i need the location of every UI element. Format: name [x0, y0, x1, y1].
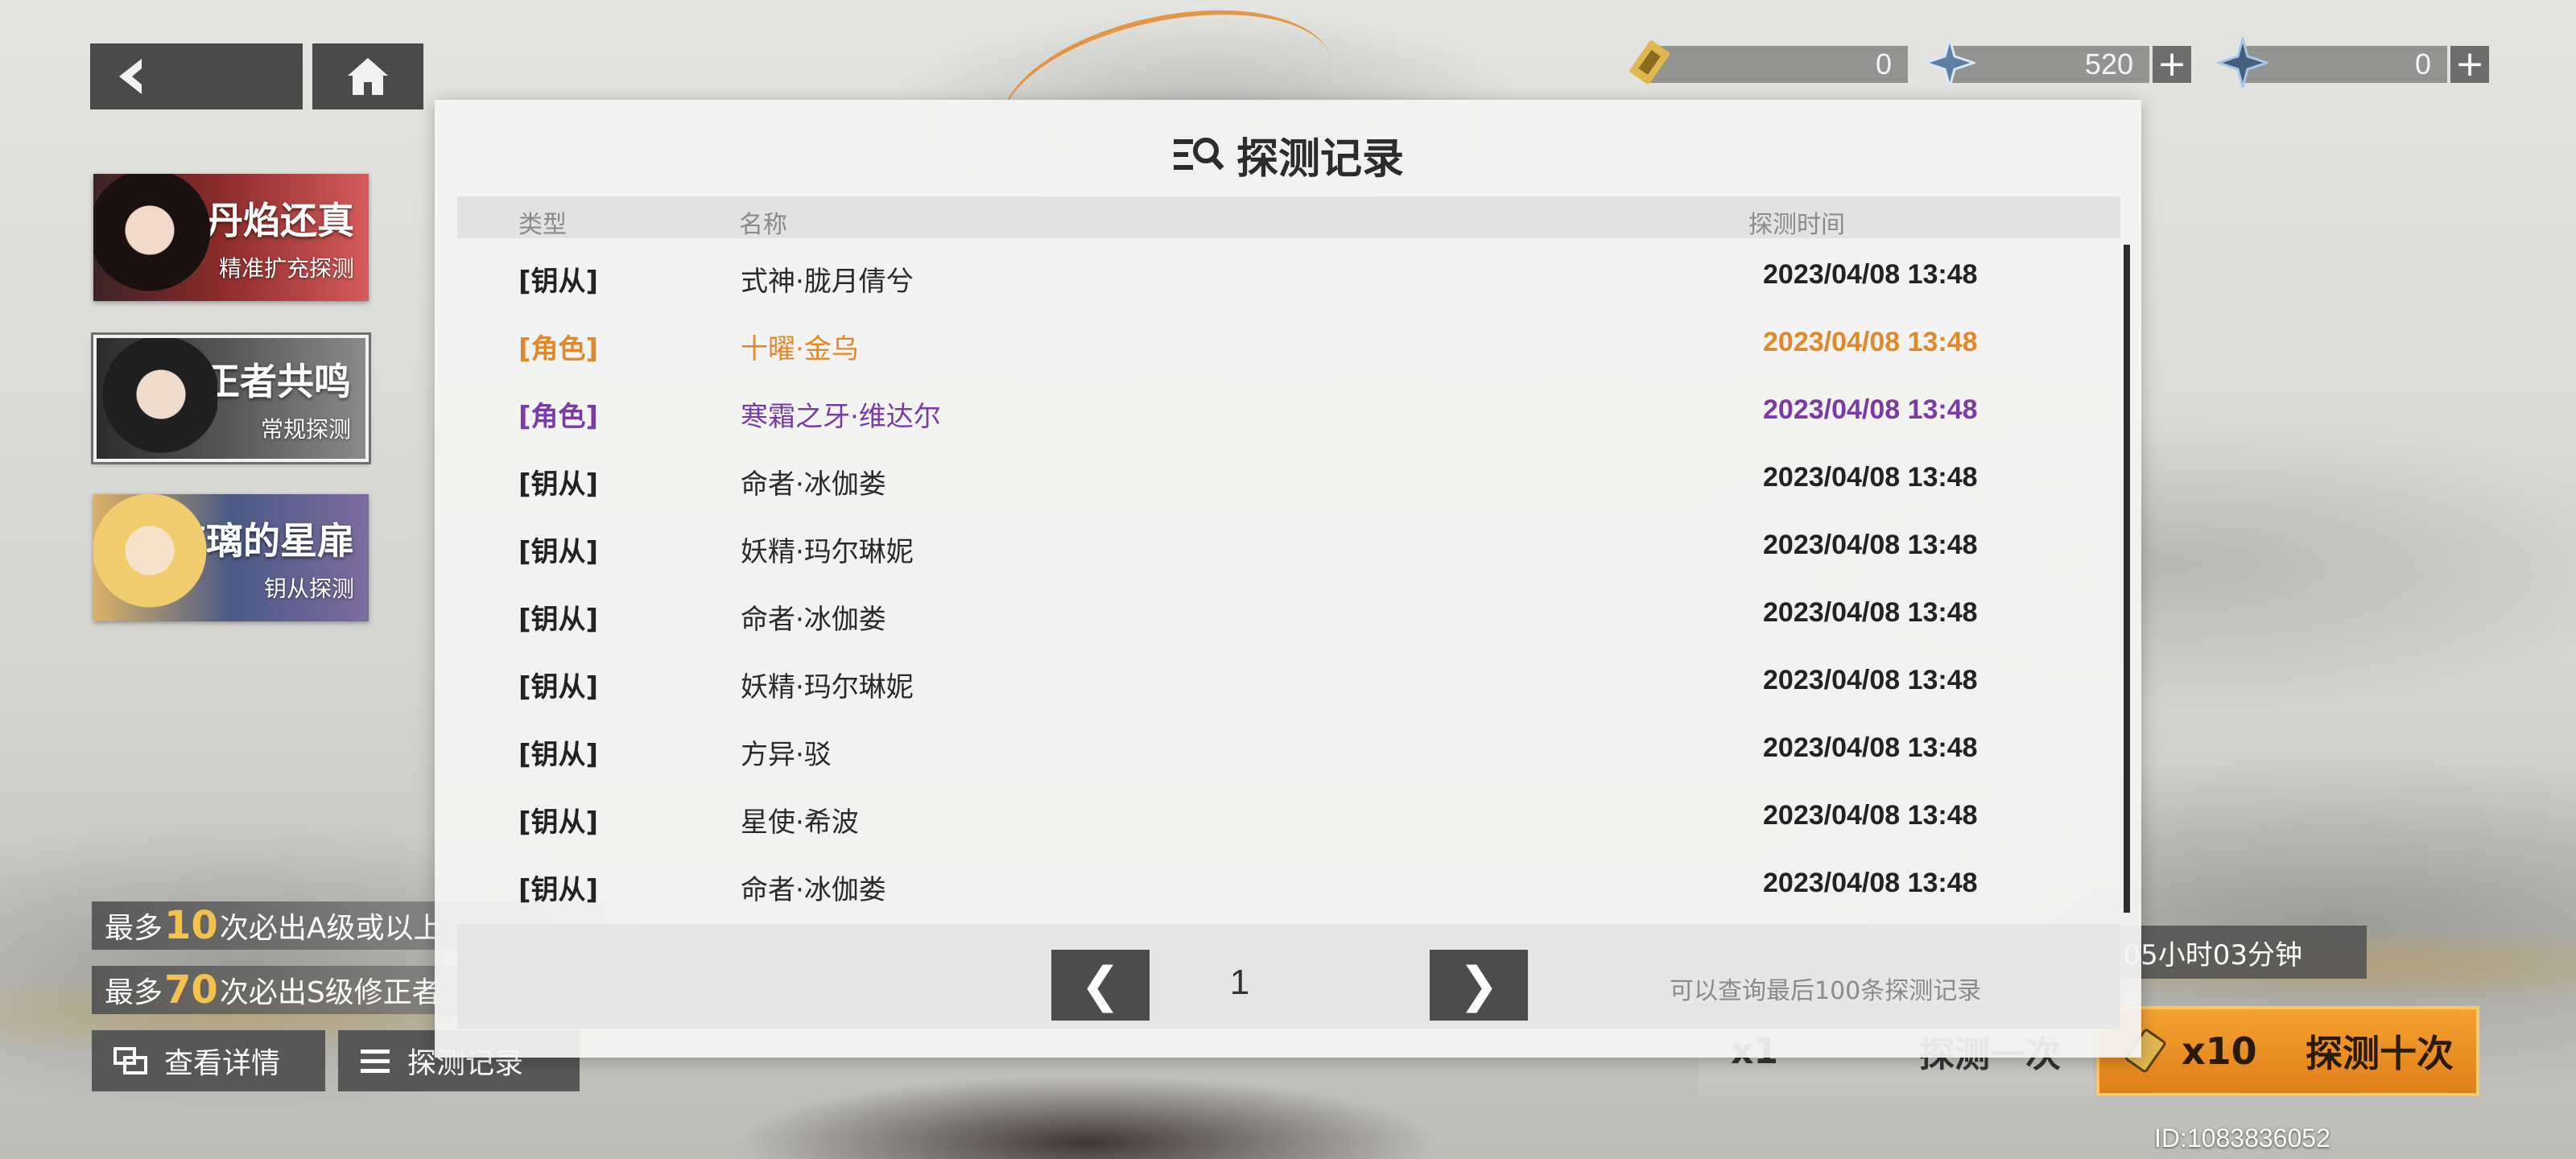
- row-name: 命者·冰伽娄: [741, 874, 886, 906]
- view-details-label: 查看详情: [164, 1047, 281, 1080]
- detection-record-dialog: 探测记录 类型 名称 探测时间 [钥从] 式神·胧月倩兮 2023/04/08 …: [435, 100, 2141, 1058]
- dialog-title-bar: 探测记录: [435, 122, 2141, 187]
- blue-star-crystal-icon: [1924, 37, 1975, 89]
- header-name: 名称: [739, 211, 787, 239]
- add-crystal-button[interactable]: +: [2153, 46, 2191, 83]
- scrollbar-thumb[interactable]: [2124, 245, 2130, 913]
- row-name: 命者·冰伽娄: [741, 468, 886, 501]
- details-icon: [114, 1047, 147, 1074]
- row-time: 2023/04/08 13:48: [1763, 732, 1978, 763]
- row-type: [钥从]: [518, 536, 599, 568]
- row-time: 2023/04/08 13:48: [1763, 530, 1978, 560]
- banner-subtitle: 精准扩充探测: [218, 255, 354, 282]
- row-name: 妖精·玛尔琳妮: [741, 536, 914, 568]
- record-search-icon: [1173, 138, 1224, 171]
- guarantee-prefix: 最多: [105, 976, 163, 1009]
- row-name: 妖精·玛尔琳妮: [741, 671, 914, 703]
- row-time: 2023/04/08 13:48: [1763, 327, 1978, 357]
- record-limit-note: 可以查询最后100条探测记录: [1670, 977, 1982, 1005]
- row-type: [钥从]: [518, 806, 599, 839]
- banner-xiu-zheng-zhe[interactable]: 修正者共鸣 常规探测: [91, 332, 371, 464]
- row-name: 十曜·金乌: [741, 333, 859, 365]
- row-time: 2023/04/08 13:48: [1763, 868, 1978, 898]
- guarantee-suffix: 次必出A级或以上: [219, 912, 443, 945]
- chevron-left-icon: ❮: [1080, 957, 1121, 1013]
- row-name: 星使·希波: [741, 806, 859, 839]
- chevron-right-icon: ❯: [1458, 957, 1500, 1013]
- guarantee-count: 70: [164, 967, 218, 1013]
- table-header: 类型 名称 探测时间: [457, 196, 2120, 239]
- row-name: 式神·胧月倩兮: [741, 266, 914, 298]
- currency-crystal-value: 520: [1948, 46, 2149, 83]
- currency-crystal: 520 +: [1924, 37, 2191, 89]
- guarantee-prefix: 最多: [105, 912, 163, 945]
- banner-character-art: [97, 338, 217, 459]
- banner-title: 丹焰还真: [206, 199, 354, 242]
- pull-ten-button[interactable]: x10 探测十次: [2096, 1006, 2479, 1096]
- row-name: 寒霜之牙·维达尔: [741, 401, 941, 433]
- prev-page-button[interactable]: ❮: [1051, 950, 1150, 1021]
- pull-ten-label: 探测十次: [2306, 1032, 2454, 1075]
- pull-ten-count: x10: [2182, 1029, 2257, 1073]
- currency-ticket-value: 0: [1650, 46, 1908, 83]
- home-button[interactable]: [312, 43, 423, 109]
- view-details-button[interactable]: 查看详情: [92, 1030, 325, 1091]
- row-type: [角色]: [518, 333, 599, 365]
- user-id: ID:1083836052: [2154, 1124, 2330, 1153]
- row-type: [钥从]: [518, 604, 599, 636]
- back-arrow-icon: [119, 59, 142, 94]
- table-row: [钥从] 星使·希波 2023/04/08 13:48: [457, 784, 2099, 852]
- row-type: [钥从]: [518, 671, 599, 703]
- dialog-title: 探测记录: [1236, 134, 1404, 184]
- guarantee-count: 10: [164, 903, 218, 948]
- table-row: [钥从] 命者·冰伽娄 2023/04/08 13:48: [457, 852, 2099, 919]
- table-row: [钥从] 方异·驳 2023/04/08 13:48: [457, 716, 2099, 784]
- row-type: [钥从]: [518, 874, 599, 906]
- table-row: [钥从] 式神·胧月倩兮 2023/04/08 13:48: [457, 243, 2099, 311]
- record-scrollbar[interactable]: [2124, 245, 2130, 913]
- back-button[interactable]: [90, 43, 303, 109]
- currency-dark-crystal: 0 +: [2217, 37, 2489, 89]
- gold-ticket-icon: [1629, 40, 1670, 85]
- page-number: 1: [1229, 963, 1250, 1002]
- currency-ticket: 0: [1629, 40, 1908, 87]
- row-time: 2023/04/08 13:48: [1763, 800, 1978, 831]
- header-type: 类型: [518, 211, 567, 239]
- guarantee-suffix: 次必出S级修正者: [219, 976, 441, 1009]
- table-row: [钥从] 妖精·玛尔琳妮 2023/04/08 13:48: [457, 514, 2099, 581]
- row-time: 2023/04/08 13:48: [1763, 665, 1978, 695]
- record-list[interactable]: [钥从] 式神·胧月倩兮 2023/04/08 13:48 [角色] 十曜·金乌…: [457, 243, 2120, 913]
- row-time: 2023/04/08 13:48: [1763, 259, 1978, 290]
- banner-character-art: [93, 494, 214, 621]
- row-type: [钥从]: [518, 468, 599, 501]
- row-time: 2023/04/08 13:48: [1763, 462, 1978, 493]
- next-page-button[interactable]: ❯: [1430, 950, 1528, 1021]
- table-row: [角色] 十曜·金乌 2023/04/08 13:48: [457, 311, 2099, 378]
- banner-subtitle: 常规探测: [260, 416, 351, 443]
- header-time: 探测时间: [1748, 211, 1845, 239]
- banner-dan-yan-huan-zhen[interactable]: 丹焰还真 精准扩充探测: [93, 174, 369, 301]
- row-name: 命者·冰伽娄: [741, 604, 886, 636]
- table-row: [钥从] 命者·冰伽娄 2023/04/08 13:48: [457, 446, 2099, 514]
- list-icon: [361, 1050, 390, 1073]
- row-time: 2023/04/08 13:48: [1763, 394, 1978, 425]
- row-type: [角色]: [518, 401, 599, 433]
- table-row: [钥从] 妖精·玛尔琳妮 2023/04/08 13:48: [457, 649, 2099, 716]
- add-dark-crystal-button[interactable]: +: [2450, 46, 2489, 83]
- currency-dark-crystal-value: 0: [2241, 46, 2447, 83]
- row-name: 方异·驳: [741, 739, 832, 771]
- home-icon: [348, 58, 388, 95]
- table-row: [角色] 寒霜之牙·维达尔 2023/04/08 13:48: [457, 378, 2099, 446]
- banner-character-art: [93, 174, 214, 301]
- row-type: [钥从]: [518, 739, 599, 771]
- banner-liu-li-xing-fei[interactable]: 琉璃的星扉 钥从探测: [93, 494, 369, 621]
- row-time: 2023/04/08 13:48: [1763, 597, 1978, 628]
- table-row: [钥从] 命者·冰伽娄 2023/04/08 13:48: [457, 581, 2099, 649]
- dark-star-crystal-icon: [2217, 37, 2268, 89]
- banner-subtitle: 钥从探测: [263, 575, 354, 602]
- row-type: [钥从]: [518, 266, 599, 298]
